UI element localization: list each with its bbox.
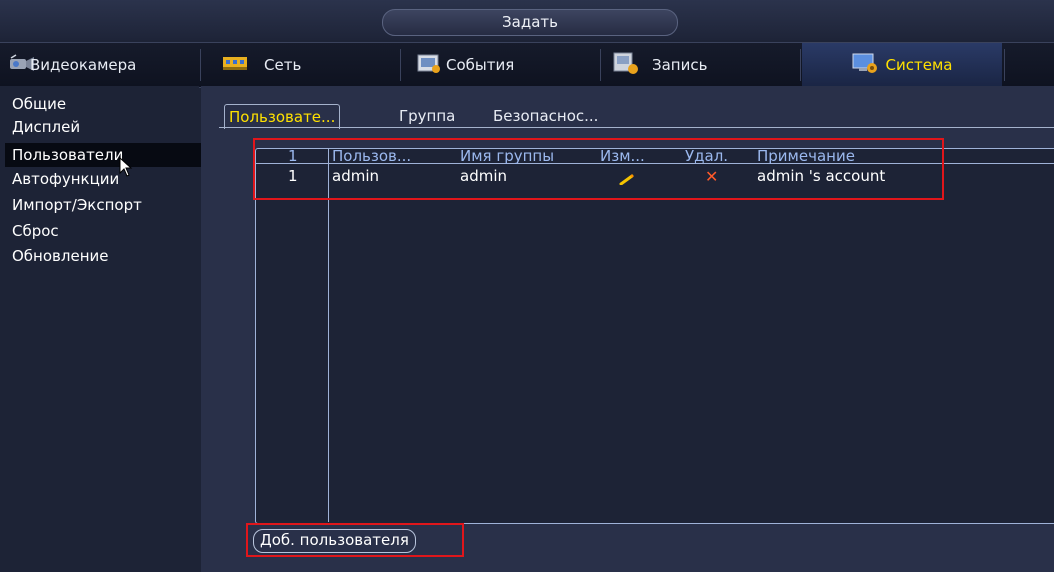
col-header-note[interactable]: Примечание [757, 148, 855, 164]
tab-record[interactable]: Запись [612, 43, 707, 87]
tab-security[interactable]: Безопаснос... [493, 104, 598, 128]
tab-events[interactable]: События [416, 43, 514, 87]
sub-tab-underline [219, 127, 1054, 128]
edit-pencil-icon[interactable] [619, 171, 635, 189]
sidebar-item-update[interactable]: Обновление [12, 244, 108, 268]
sidebar-item-import-export[interactable]: Импорт/Экспорт [12, 193, 142, 217]
tab-system[interactable]: Система [802, 43, 1002, 87]
system-icon [852, 52, 878, 78]
sidebar-item-general[interactable]: Общие [12, 92, 66, 116]
divider [1004, 49, 1005, 81]
tab-group[interactable]: Группа [399, 104, 455, 128]
sidebar-item-users[interactable]: Пользователи [5, 143, 206, 167]
mouse-cursor-icon [119, 156, 133, 181]
sidebar-item-reset[interactable]: Сброс [12, 219, 59, 243]
row-index: 1 [288, 167, 298, 185]
tab-system-label: Система [885, 56, 953, 74]
tab-camera[interactable]: Видеокамера [8, 43, 136, 87]
add-user-button[interactable]: Доб. пользователя [253, 529, 416, 553]
tab-events-label: События [446, 56, 515, 74]
tab-network-label: Сеть [264, 56, 302, 74]
row-note: admin 's account [757, 167, 886, 185]
divider [200, 49, 201, 81]
users-table [255, 148, 1054, 524]
main-tab-bar: Видеокамера Сеть События Запись Система [0, 42, 1054, 88]
sidebar-item-auto-functions[interactable]: Автофункции [12, 167, 119, 191]
table-column-divider [328, 149, 329, 522]
window-title: Задать [382, 9, 678, 36]
delete-cross-icon[interactable]: ✕ [705, 169, 718, 185]
col-header-delete: Удал. [685, 147, 729, 165]
network-icon [222, 53, 248, 77]
record-icon [612, 51, 640, 79]
col-header-group[interactable]: Имя группы [460, 148, 554, 164]
row-group: admin [460, 167, 507, 185]
divider [600, 49, 601, 81]
events-icon [416, 52, 442, 78]
col-header-index: 1 [288, 147, 298, 165]
title-bar: Задать [0, 0, 1054, 40]
divider [400, 49, 401, 81]
col-header-edit: Изм... [600, 147, 645, 165]
divider [800, 49, 801, 81]
tab-record-label: Запись [652, 56, 708, 74]
sidebar-item-display[interactable]: Дисплей [12, 115, 80, 139]
col-header-user[interactable]: Пользов... [332, 148, 411, 164]
tab-network[interactable]: Сеть [222, 43, 301, 87]
tab-users[interactable]: Пользовате... [224, 104, 341, 129]
tab-camera-label: Видеокамера [30, 56, 137, 74]
row-user: admin [332, 167, 379, 185]
